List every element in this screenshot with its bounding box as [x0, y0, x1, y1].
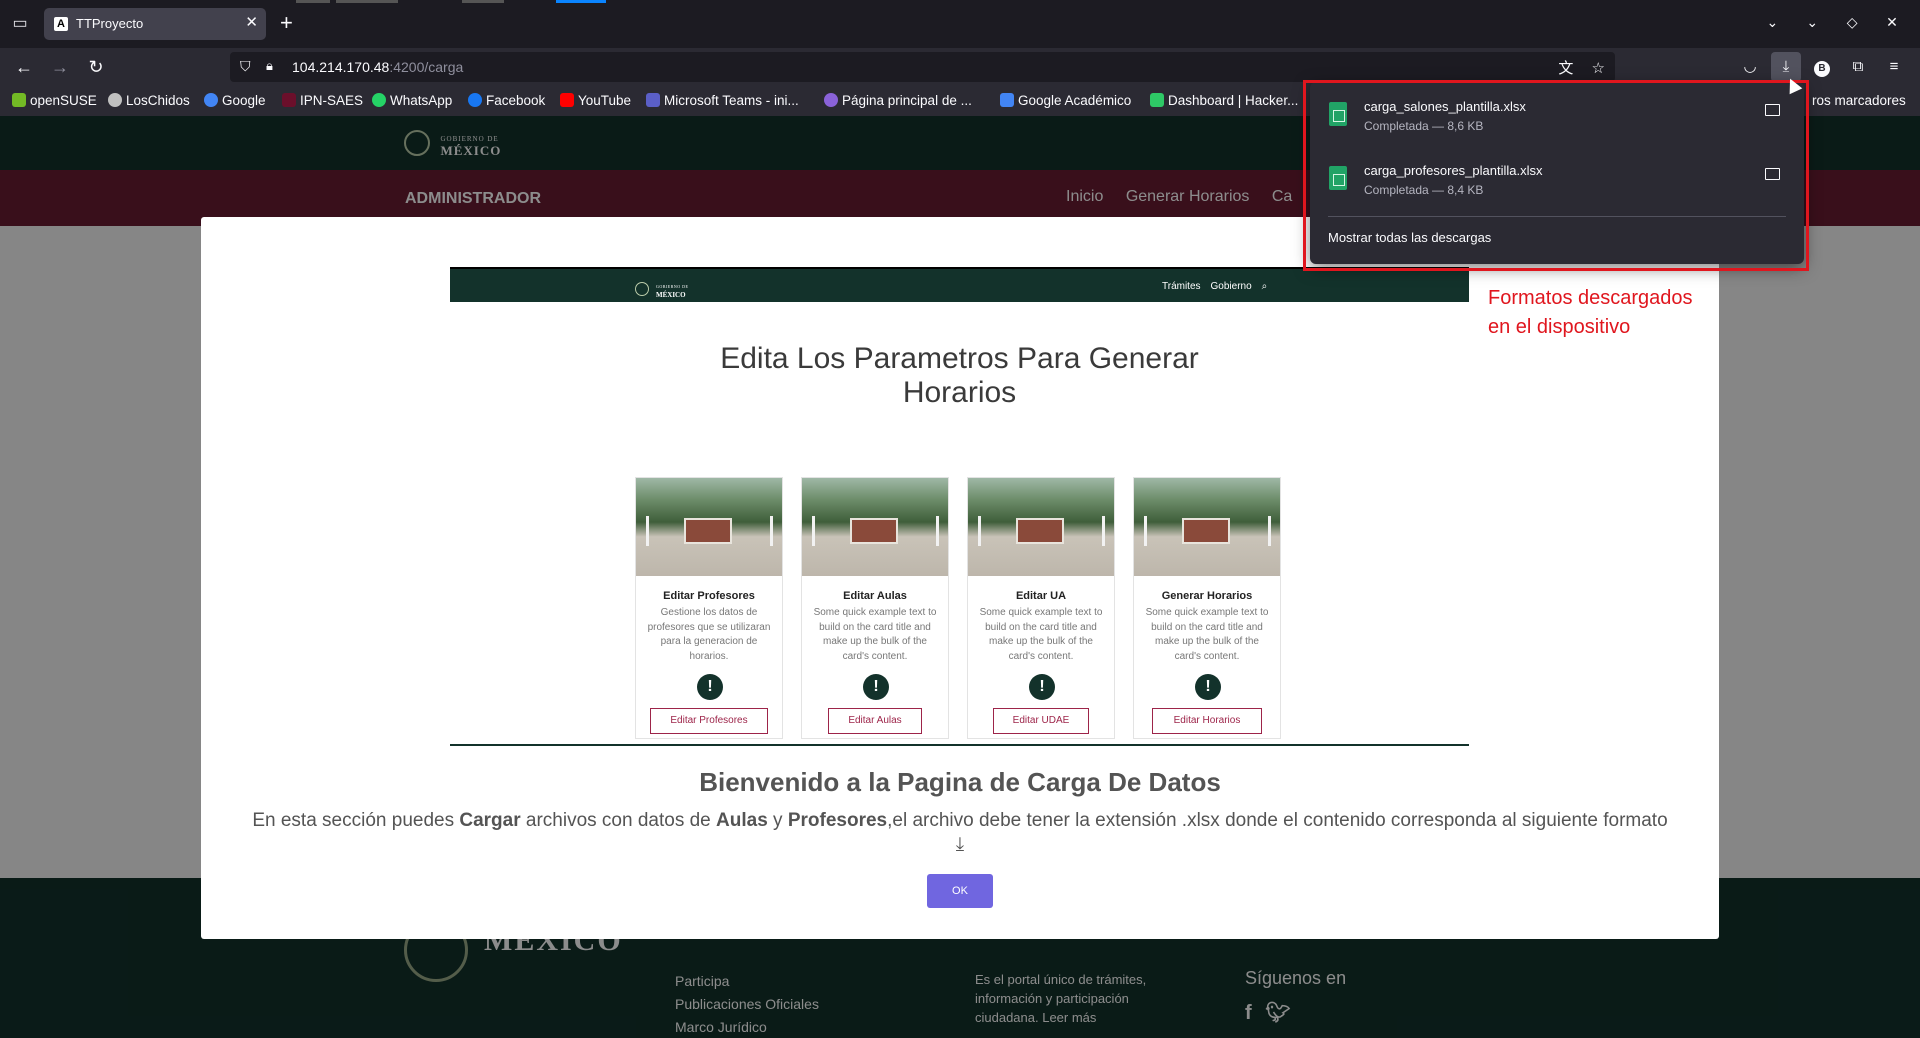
lock-icon[interactable]: 🔒︎ [266, 58, 273, 74]
card-editar-profesores: Editar Profesores Gestione los datos de … [635, 477, 783, 739]
card-button: Editar Horarios [1152, 708, 1262, 734]
bookmark-facebook[interactable]: Facebook [468, 93, 545, 108]
close-window-icon[interactable]: ✕ [1874, 14, 1910, 31]
card-editar-ua: Editar UA Some quick example text to bui… [967, 477, 1115, 739]
bookmark-pagina-principal[interactable]: Página principal de ... [824, 93, 972, 108]
menu-icon[interactable]: ≡ [1879, 52, 1909, 82]
bookmark-other[interactable]: ros marcadores [1812, 93, 1906, 108]
tab-ttproyecto[interactable]: A TTProyecto ✕ [44, 8, 266, 40]
card-button: Editar Aulas [828, 708, 922, 734]
tab-title: TTProyecto [76, 16, 144, 31]
card-photo [802, 478, 948, 576]
new-tab-button[interactable]: + [280, 11, 293, 35]
close-tab-icon[interactable]: ✕ [245, 13, 258, 31]
bookmark-youtube[interactable]: YouTube [560, 93, 631, 108]
bookmark-google[interactable]: Google [204, 93, 266, 108]
card-button: Editar Profesores [650, 708, 768, 734]
ipn-icon [282, 93, 296, 107]
ok-button[interactable]: OK [927, 874, 993, 908]
whatsapp-icon [372, 93, 386, 107]
extensions-icon[interactable]: ⧉ [1843, 52, 1873, 82]
bookmark-teams[interactable]: Microsoft Teams - ini... [646, 93, 799, 108]
bookmark-loschidos[interactable]: LosChidos [108, 93, 190, 108]
image-divider [450, 744, 1469, 746]
url-text[interactable]: 104.214.170.48:4200/carga [292, 59, 463, 75]
card-button: Editar UDAE [993, 708, 1089, 734]
bookmark-whatsapp[interactable]: WhatsApp [372, 93, 452, 108]
bookmark-opensuse[interactable]: openSUSE [12, 93, 97, 108]
github-icon [108, 93, 122, 107]
search-icon: ⌕ [1261, 281, 1268, 292]
card-editar-aulas: Editar Aulas Some quick example text to … [801, 477, 949, 739]
tab-list-icon[interactable]: ▭ [10, 14, 30, 34]
facebook-icon [468, 93, 482, 107]
url-actions: 文 ☆ [1544, 57, 1605, 78]
hackerrank-icon [1150, 93, 1164, 107]
modal-text: En esta sección puedes Cargar archivos c… [252, 810, 1668, 855]
forward-icon[interactable]: → [48, 56, 72, 78]
pocket-icon[interactable]: ◡ [1735, 52, 1765, 82]
page-icon [824, 93, 838, 107]
card-generar-horarios: Generar Horarios Some quick example text… [1133, 477, 1281, 739]
seal-icon [635, 282, 649, 297]
alert-icon: ! [1195, 674, 1221, 700]
screen: ▭ A TTProyecto ✕ + ⌄ ⌄ ◇ ✕ ← → ↻ ⛉ 🔒︎ 10… [0, 0, 1920, 1038]
modal-image: GOBIERNO DE MÉXICO Trámites Gobierno ⌕ Edit… [450, 267, 1469, 747]
translate-icon[interactable]: 文 [1558, 60, 1573, 77]
card-photo [636, 478, 782, 576]
window-controls: ⌄ ⌄ ◇ ✕ [1754, 14, 1910, 31]
image-nav: Trámites Gobierno ⌕ [1162, 281, 1268, 292]
download-format-icon[interactable]: ⤓ [956, 834, 964, 855]
shield-icon[interactable]: ⛉ [240, 58, 251, 75]
alert-icon: ! [863, 674, 889, 700]
scholar-icon [1000, 93, 1014, 107]
image-title: Edita Los Parametros Para Generar Horari… [720, 342, 1199, 409]
minimize-icon[interactable]: ⌄ [1794, 14, 1830, 31]
bookmark-star-icon[interactable]: ☆ [1592, 60, 1605, 77]
alert-icon: ! [1029, 674, 1055, 700]
google-icon [204, 93, 218, 107]
image-logo: GOBIERNO DE MÉXICO [635, 280, 689, 298]
image-header: GOBIERNO DE MÉXICO Trámites Gobierno ⌕ [450, 267, 1469, 302]
angular-icon: A [54, 17, 68, 31]
bookmark-ipn-saes[interactable]: IPN-SAES [282, 93, 363, 108]
card-photo [968, 478, 1114, 576]
card-photo [1134, 478, 1280, 576]
opensuse-icon [12, 93, 26, 107]
tab-bar: ▭ A TTProyecto ✕ + ⌄ ⌄ ◇ ✕ [0, 0, 1920, 48]
maximize-icon[interactable]: ◇ [1834, 14, 1870, 31]
bookmark-google-academico[interactable]: Google Académico [1000, 93, 1131, 108]
back-icon[interactable]: ← [12, 56, 36, 78]
address-bar[interactable]: ⛉ 🔒︎ 104.214.170.48:4200/carga 文 ☆ [230, 52, 1615, 82]
annotation-box [1303, 80, 1809, 271]
reload-icon[interactable]: ↻ [84, 56, 108, 78]
alert-icon: ! [697, 674, 723, 700]
bookmark-hackerrank[interactable]: Dashboard | Hacker... [1150, 93, 1298, 108]
annotation-text: Formatos descargados en el dispositivo [1488, 287, 1693, 338]
teams-icon [646, 93, 660, 107]
profile-icon[interactable]: B [1807, 52, 1837, 82]
list-all-tabs-icon[interactable]: ⌄ [1754, 14, 1790, 31]
youtube-icon [560, 93, 574, 107]
modal-title: Bienvenido a la Pagina de Carga De Datos [699, 767, 1221, 797]
